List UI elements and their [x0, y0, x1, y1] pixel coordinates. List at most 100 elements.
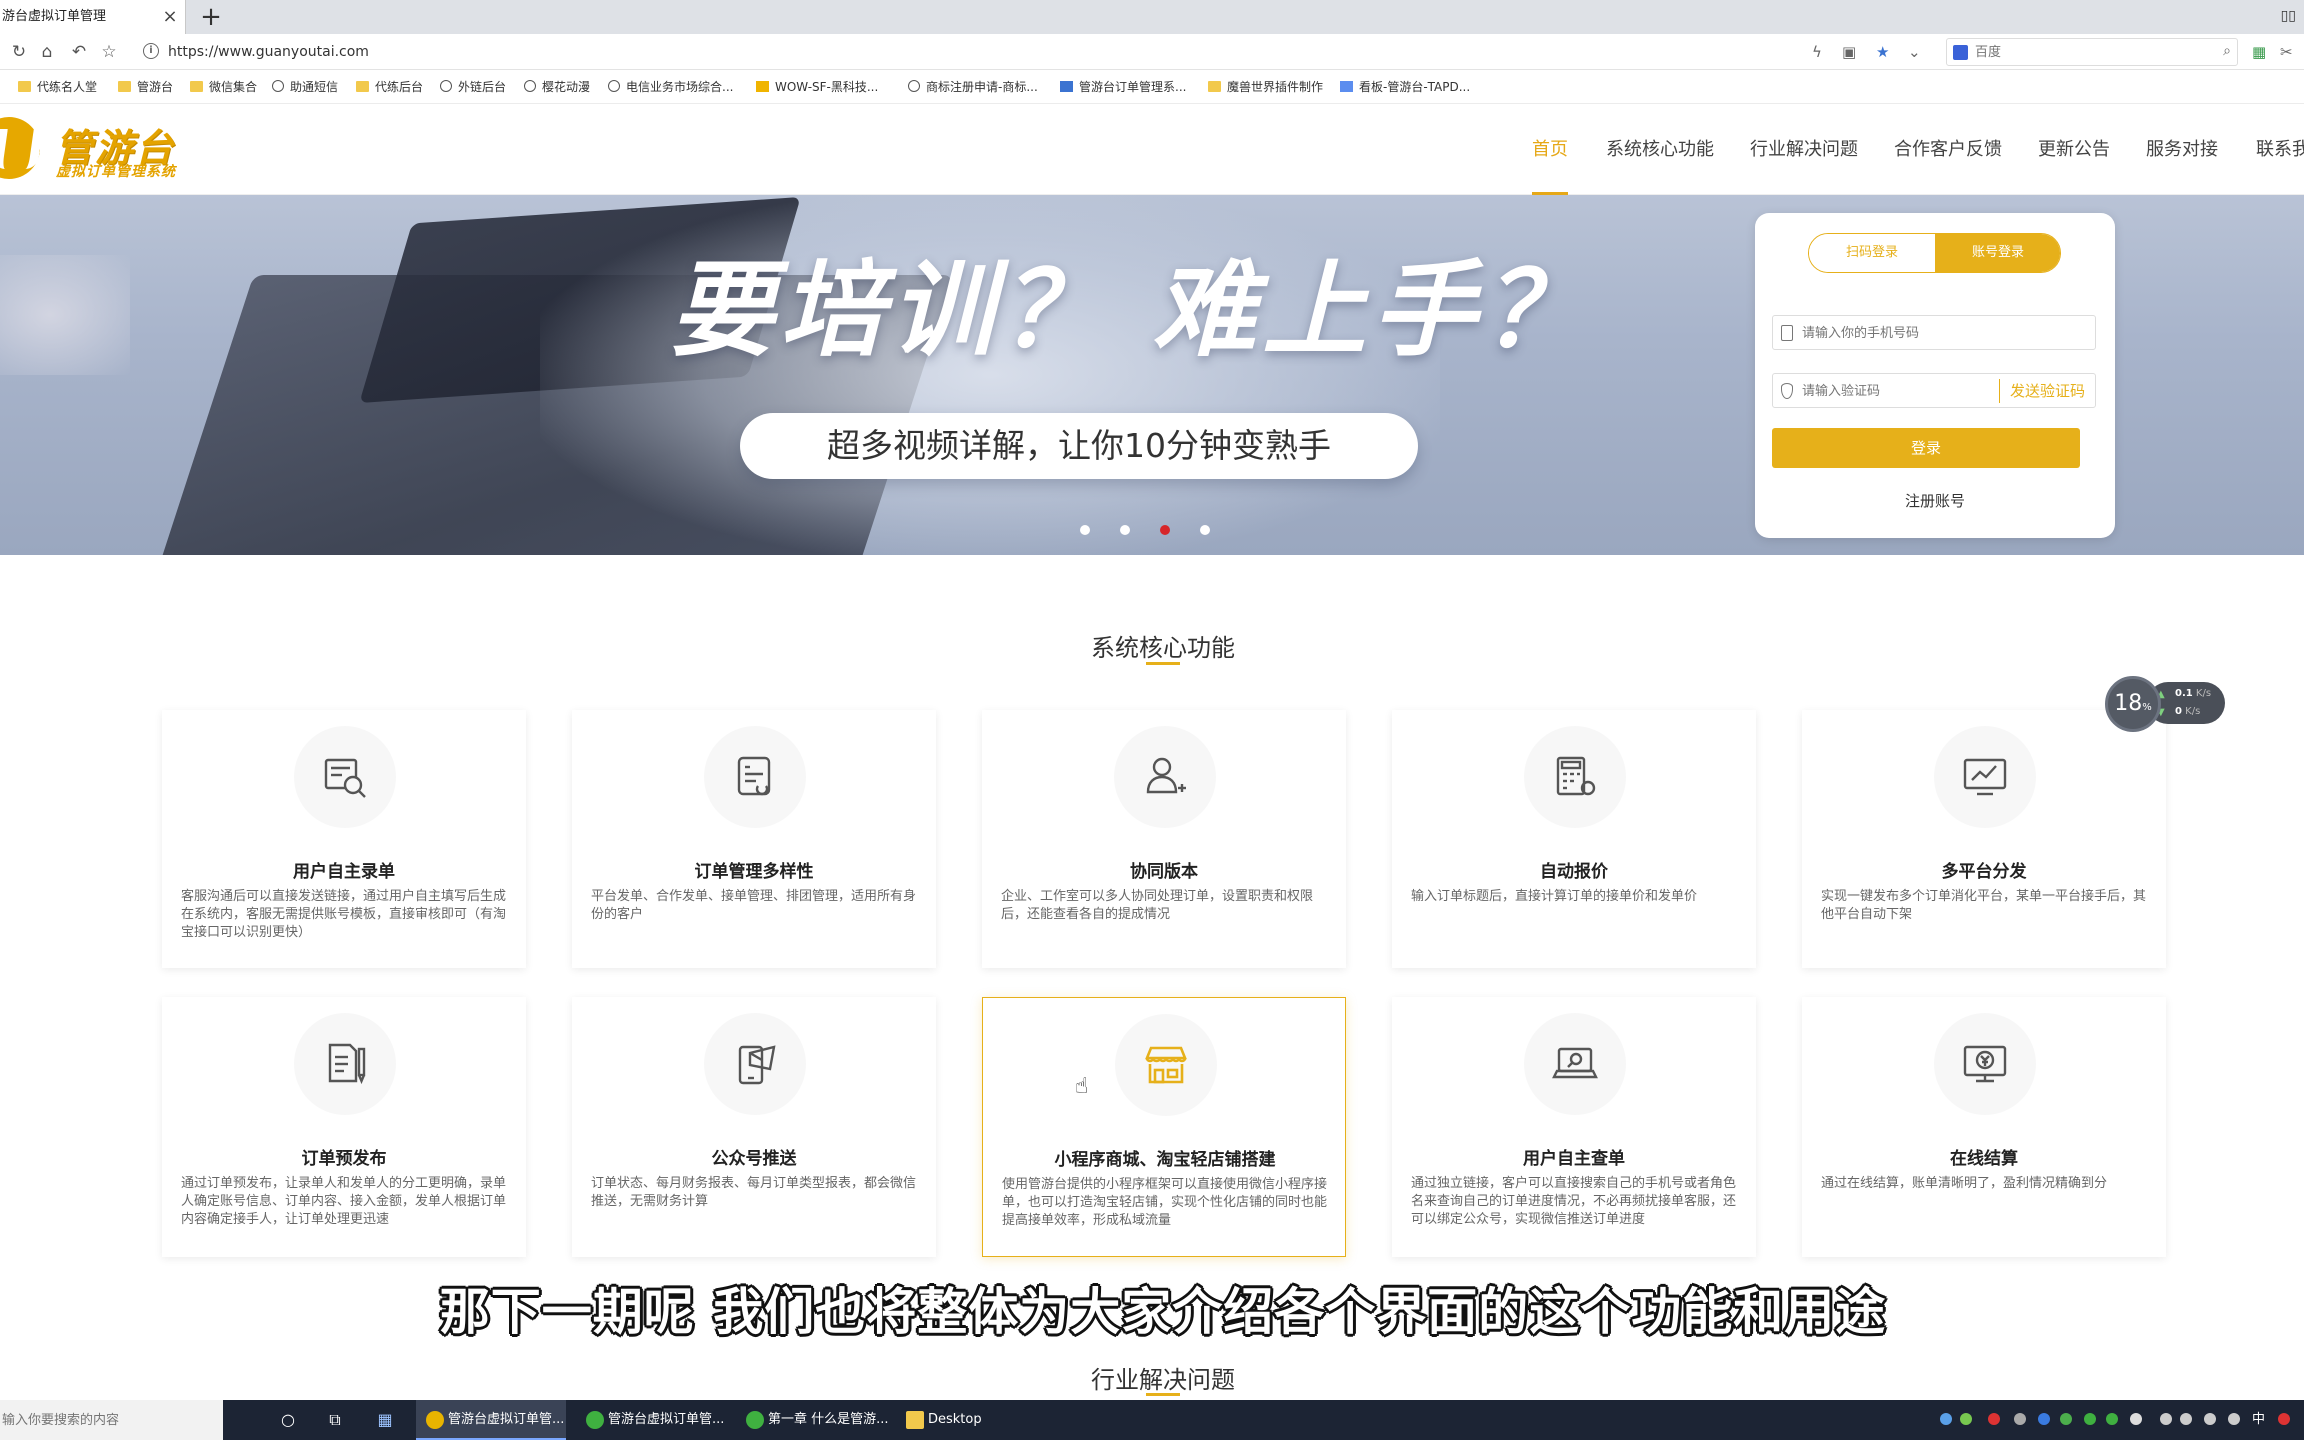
feature-card-highlighted[interactable]: 小程序商城、淘宝轻店铺搭建 使用管游台提供的小程序框架可以直接使用微信小程序接单… — [982, 997, 1346, 1257]
tray-bluetooth-icon[interactable] — [2038, 1413, 2050, 1425]
reload-icon[interactable]: ↻ — [8, 41, 30, 63]
tray-battery-icon[interactable] — [2160, 1413, 2172, 1425]
feature-desc: 订单状态、每月财务报表、每月订单类型报表，都会微信推送，无需财务计算 — [591, 1176, 917, 1209]
carousel-dot-active[interactable] — [1160, 525, 1170, 535]
feature-card[interactable]: 订单管理多样性 平台发单、合作发单、接单管理、排团管理，适用所有身份的客户 — [572, 710, 936, 968]
feature-title: 在线结算 — [1950, 1149, 2018, 1169]
taskbar-app-explorer[interactable]: Desktop — [896, 1400, 1046, 1440]
bookmark-item[interactable]: 助通短信 — [272, 71, 338, 104]
nav-industry-solutions[interactable]: 行业解决问题 — [1750, 135, 1858, 161]
nav-core-features[interactable]: 系统核心功能 — [1606, 135, 1714, 161]
login-card: 扫码登录 账号登录 发送验证码 登录 注册账号 — [1755, 213, 2115, 538]
taskbar-app-chrome[interactable]: 管游台虚拟订单管... — [416, 1400, 566, 1440]
bookmark-item[interactable]: 代练名人堂 — [18, 71, 97, 104]
feature-card[interactable]: 公众号推送 订单状态、每月财务报表、每月订单类型报表，都会微信推送，无需财务计算 — [572, 997, 936, 1257]
taskbar-app-wechat-2[interactable]: 第一章 什么是管游... — [736, 1400, 889, 1440]
tab-qr-login[interactable]: 扫码登录 — [1809, 234, 1935, 272]
feature-card[interactable]: 在线结算 通过在线结算，账单清晰明了，盈利情况精确到分 — [1802, 997, 2166, 1257]
taskbar-search-input[interactable] — [2, 1410, 217, 1430]
carousel-dot[interactable] — [1120, 525, 1130, 535]
bookmark-item[interactable]: 微信集合 — [190, 71, 257, 104]
url-text[interactable]: https://www.guanyoutai.com — [168, 42, 369, 62]
bookmark-star-icon[interactable]: ★ — [1876, 43, 1889, 61]
carousel-dot[interactable] — [1080, 525, 1090, 535]
taskbar-app-wechat[interactable]: 管游台虚拟订单管... — [576, 1400, 726, 1440]
nav-updates[interactable]: 更新公告 — [2038, 135, 2110, 161]
bookmark-item[interactable]: 樱花动漫 — [524, 71, 590, 104]
new-tab-button[interactable]: + — [196, 2, 226, 32]
translate-icon[interactable]: ▣ — [1842, 43, 1856, 61]
browser-search-input[interactable] — [1975, 42, 2195, 62]
scissors-icon[interactable]: ✂ — [2280, 43, 2293, 61]
taskbar-search[interactable] — [0, 1400, 223, 1440]
nav-service[interactable]: 服务对接 — [2146, 135, 2218, 161]
logo-icon[interactable] — [0, 117, 40, 179]
feature-card[interactable]: 用户自主查单 通过独立链接，客户可以直接搜索自己的手机号或者角色名来查询自己的订… — [1392, 997, 1756, 1257]
close-tab-icon[interactable]: × — [160, 7, 180, 27]
tray-antivirus-icon[interactable] — [2278, 1413, 2290, 1425]
nav-home[interactable]: 首页 — [1532, 135, 1568, 161]
tray-shield-icon[interactable] — [1940, 1413, 1952, 1425]
cpu-percent: 18% — [2105, 676, 2161, 732]
site-info-icon[interactable]: i — [143, 43, 159, 59]
feature-title: 公众号推送 — [711, 1149, 797, 1169]
tapd-icon — [1340, 81, 1353, 92]
tray-settings-icon[interactable] — [2014, 1413, 2026, 1425]
store-icon — [1115, 1014, 1217, 1116]
network-speed-widget[interactable]: ▲ 0.1 K/s ▼ 0 K/s 18% — [2105, 676, 2225, 732]
nav-customer-feedback[interactable]: 合作客户反馈 — [1894, 135, 2002, 161]
bookmark-item[interactable]: 看板-管游台-TAPD... — [1340, 71, 1470, 104]
bookmark-item[interactable]: WOW-SF-黑科技... — [756, 71, 878, 104]
globe-icon — [608, 80, 620, 92]
carousel-dot[interactable] — [1200, 525, 1210, 535]
feature-card[interactable]: 用户自主录单 客服沟通后可以直接发送链接，通过用户自主填写后生成在系统内，客服无… — [162, 710, 526, 968]
bookmark-item[interactable]: 商标注册申请-商标... — [908, 71, 1038, 104]
tray-ime-indicator[interactable]: 中 — [2252, 1411, 2265, 1429]
apps-grid-icon[interactable]: ▦ — [2252, 43, 2266, 61]
tray-mic-icon[interactable] — [2130, 1413, 2142, 1425]
bookmark-item[interactable]: 管游台订单管理系... — [1060, 71, 1186, 104]
login-button[interactable]: 登录 — [1772, 428, 2080, 468]
nav-contact[interactable]: 联系我 — [2256, 135, 2304, 161]
task-view-icon[interactable]: ⧉ — [325, 1410, 345, 1430]
undo-icon[interactable]: ↶ — [68, 41, 90, 63]
bookmark-item[interactable]: 魔兽世界插件制作 — [1208, 71, 1323, 104]
phone-input[interactable] — [1802, 323, 2002, 343]
download-speed: 0 K/s — [2175, 706, 2201, 717]
feature-card[interactable]: 自动报价 输入订单标题后，直接计算订单的接单价和发单价 — [1392, 710, 1756, 968]
tray-nvidia-icon[interactable] — [1960, 1413, 1972, 1425]
browser-search-box[interactable]: ⌕ — [1946, 38, 2238, 66]
feature-card[interactable]: 多平台分发 实现一键发布多个订单消化平台，某单一平台接手后，其他平台自动下架 — [1802, 710, 2166, 968]
bookmark-item[interactable]: 管游台 — [118, 71, 173, 104]
register-link[interactable]: 注册账号 — [1755, 490, 2115, 511]
globe-icon — [908, 80, 920, 92]
bookmark-item[interactable]: 外链后台 — [440, 71, 506, 104]
tray-security-icon[interactable] — [2060, 1413, 2072, 1425]
calculator-app-icon[interactable]: ▦ — [375, 1410, 395, 1430]
bookmark-item[interactable]: 代练后台 — [356, 71, 423, 104]
tray-wechat-icon[interactable] — [2106, 1413, 2118, 1425]
screen: 游台虚拟订单管理 × + ▯▯ ↻ ⌂ ↶ ☆ i https://www.gu… — [0, 0, 2304, 1440]
home-icon[interactable]: ⌂ — [36, 41, 58, 63]
bookmarks-bar: 代练名人堂 管游台 微信集合 助通短信 代练后台 外链后台 樱花动漫 电信业务市… — [0, 71, 2304, 104]
browser-tab-active[interactable]: 游台虚拟订单管理 × — [0, 0, 186, 34]
bookmark-item[interactable]: 电信业务市场综合... — [608, 71, 733, 104]
window-menu-icon[interactable]: ▯▯ — [2281, 8, 2296, 24]
chevron-down-icon[interactable]: ⌄ — [1908, 43, 1921, 61]
tab-account-login[interactable]: 账号登录 — [1935, 234, 2060, 272]
feature-card[interactable]: 协同版本 企业、工作室可以多人协同处理订单，设置职责和权限后，还能查看各自的提成… — [982, 710, 1346, 968]
star-outline-icon[interactable]: ☆ — [98, 41, 120, 63]
tray-wechat-icon[interactable] — [2084, 1413, 2096, 1425]
lightning-icon[interactable]: ϟ — [1812, 43, 1822, 61]
search-icon[interactable]: ⌕ — [2223, 43, 2231, 59]
code-input[interactable] — [1802, 381, 2002, 401]
tray-keyboard-icon[interactable] — [2228, 1413, 2240, 1425]
send-code-button[interactable]: 发送验证码 — [1998, 379, 2095, 403]
feature-card[interactable]: 订单预发布 通过订单预发布，让录单人和发单人的分工更明确，录单人确定账号信息、订… — [162, 997, 526, 1257]
code-field[interactable]: 发送验证码 — [1772, 373, 2096, 408]
cortana-icon[interactable]: ○ — [278, 1410, 298, 1430]
tray-wps-icon[interactable] — [1988, 1413, 2000, 1425]
tray-volume-icon[interactable] — [2204, 1413, 2216, 1425]
tray-network-icon[interactable] — [2180, 1413, 2192, 1425]
phone-field[interactable] — [1772, 315, 2096, 350]
